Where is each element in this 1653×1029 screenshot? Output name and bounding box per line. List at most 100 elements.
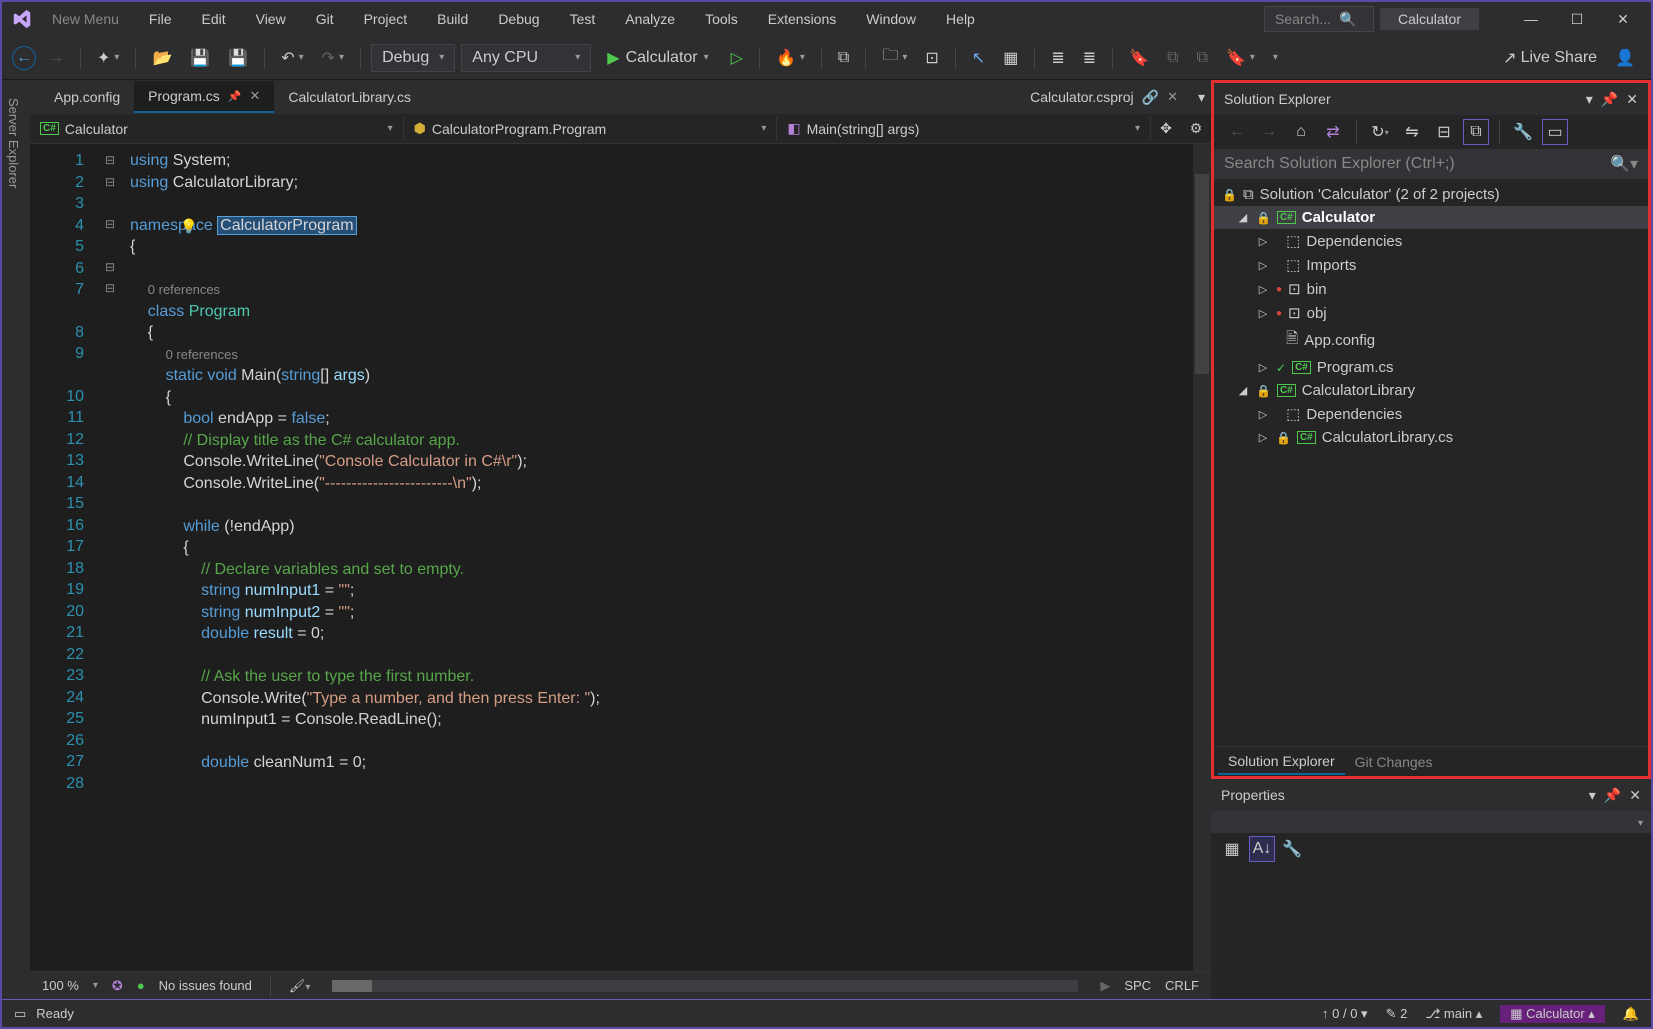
git-pending[interactable]: ✎ 2 <box>1386 1006 1408 1022</box>
tab-git-changes[interactable]: Git Changes <box>1345 750 1443 774</box>
close-icon[interactable]: ✕ <box>1167 89 1178 105</box>
node-imports[interactable]: ▷ ⬚Imports <box>1214 253 1648 277</box>
alphabetical-icon[interactable]: A↓ <box>1249 836 1275 862</box>
new-item-button[interactable]: ✦▾ <box>91 44 125 72</box>
node-obj[interactable]: ▷●⊡obj <box>1214 301 1648 325</box>
menu-git[interactable]: Git <box>304 7 346 31</box>
pin-icon[interactable]: 📌 <box>1601 91 1618 107</box>
nav-split-icon[interactable]: ✥ <box>1151 120 1181 137</box>
issues-label[interactable]: No issues found <box>159 978 252 993</box>
nav-gear-icon[interactable]: ⚙ <box>1181 120 1211 137</box>
maximize-button[interactable]: ☐ <box>1557 4 1597 34</box>
undo-button[interactable]: ↶▾ <box>275 44 309 72</box>
tab-overflow[interactable]: ▾ <box>1192 82 1211 113</box>
browser-link-button[interactable]: ⧉ <box>832 44 855 72</box>
node-bin[interactable]: ▷●⊡bin <box>1214 277 1648 301</box>
menu-debug[interactable]: Debug <box>486 7 551 31</box>
open-folder-button[interactable]: 📂 <box>146 44 178 72</box>
solution-search-box[interactable]: Search Solution Explorer (Ctrl+;) 🔍▾ <box>1214 149 1648 179</box>
solution-tree[interactable]: 🔒⧉Solution 'Calculator' (2 of 2 projects… <box>1214 179 1648 746</box>
pin-icon[interactable]: 📌 <box>1604 787 1621 803</box>
tab-solution-explorer[interactable]: Solution Explorer <box>1218 749 1345 775</box>
close-button[interactable]: ✕ <box>1603 4 1643 34</box>
zoom-level[interactable]: 100 % <box>42 978 79 993</box>
vertical-scrollbar[interactable] <box>1193 144 1211 971</box>
git-fetch-status[interactable]: ↑ 0 / 0 ▾ <box>1322 1006 1368 1022</box>
project-calculatorlibrary[interactable]: ◢🔒C#CalculatorLibrary <box>1214 379 1648 402</box>
menu-extensions[interactable]: Extensions <box>756 7 848 31</box>
node-calculatorlibrary-cs[interactable]: ▷🔒C#CalculatorLibrary.cs <box>1214 426 1648 449</box>
tab-app-config[interactable]: App.config <box>40 82 134 112</box>
bookmark-dd[interactable]: 🔖▾ <box>1220 44 1261 72</box>
fold-column[interactable]: ⊟⊟⊟⊟⊟ <box>100 144 120 971</box>
menu-edit[interactable]: Edit <box>189 7 237 31</box>
nav-project[interactable]: C#Calculator▾ <box>30 117 404 141</box>
props-combo-icon[interactable]: ▾ <box>1638 818 1643 829</box>
tab-program-cs[interactable]: Program.cs📌✕ <box>134 81 274 113</box>
nav-forward-button[interactable]: → <box>42 44 70 72</box>
node-dependencies-2[interactable]: ▷ ⬚Dependencies <box>1214 402 1648 426</box>
menu-help[interactable]: Help <box>934 7 987 31</box>
menu-build[interactable]: Build <box>425 7 480 31</box>
indent-more-button[interactable]: ≣ <box>1077 44 1102 72</box>
sync-icon[interactable]: ↻▾ <box>1367 119 1393 145</box>
nav-member[interactable]: ◧Main(string[] args)▾ <box>777 116 1151 141</box>
bookmark-button[interactable]: 🔖 <box>1123 44 1155 72</box>
notifications-icon[interactable]: 🔔 <box>1623 1006 1639 1022</box>
intellicode-icon[interactable]: ✪ <box>112 978 123 994</box>
cursor-icon[interactable]: ↖ <box>966 44 991 72</box>
panel-dropdown-icon[interactable]: ▾ <box>1586 91 1593 107</box>
menu-test[interactable]: Test <box>558 7 608 31</box>
close-icon[interactable]: ✕ <box>1626 91 1638 107</box>
layout-icon[interactable]: ▦ <box>997 44 1024 72</box>
property-pages-icon[interactable]: 🔧 <box>1279 836 1305 862</box>
nav-scope[interactable]: ⬢CalculatorProgram.Program▾ <box>404 116 778 141</box>
pin-icon[interactable]: 📌 <box>228 90 242 103</box>
menu-window[interactable]: Window <box>854 7 928 31</box>
menu-tools[interactable]: Tools <box>693 7 750 31</box>
brush-icon[interactable]: 🖌▾ <box>289 978 311 994</box>
hot-reload-button[interactable]: 🔥▾ <box>770 44 811 72</box>
home-icon[interactable]: ⌂ <box>1288 119 1314 145</box>
node-appconfig[interactable]: 🗎App.config <box>1214 325 1648 356</box>
server-explorer-tab[interactable]: Server Explorer <box>2 88 25 999</box>
platform-selector[interactable]: Any CPU▾ <box>461 44 591 72</box>
node-dependencies[interactable]: ▷ ⬚Dependencies <box>1214 229 1648 253</box>
account-icon[interactable]: 👤 <box>1609 44 1641 72</box>
node-program-cs[interactable]: ▷✓C#Program.cs <box>1214 356 1648 379</box>
start-nodebug-button[interactable]: ▷ <box>725 44 749 72</box>
menu-view[interactable]: View <box>244 7 298 31</box>
nav-back-button[interactable]: ← <box>12 46 36 70</box>
solution-node[interactable]: 🔒⧉Solution 'Calculator' (2 of 2 projects… <box>1214 183 1648 206</box>
panel-dropdown-icon[interactable]: ▾ <box>1589 787 1596 803</box>
filter-icon[interactable]: ⇋ <box>1399 119 1425 145</box>
git-repo-badge[interactable]: ▦ Calculator ▴ <box>1500 1005 1605 1023</box>
bookmark-next-button[interactable]: ⧉ <box>1191 44 1214 72</box>
menu-file[interactable]: File <box>137 7 184 31</box>
save-button[interactable]: 💾 <box>184 44 216 72</box>
config-selector[interactable]: Debug▾ <box>371 44 455 72</box>
line-ending-label[interactable]: CRLF <box>1165 978 1199 993</box>
menu-project[interactable]: Project <box>352 7 420 31</box>
project-calculator[interactable]: ◢🔒C#Calculator <box>1214 206 1648 229</box>
back-icon[interactable]: ← <box>1224 119 1250 145</box>
live-share-button[interactable]: ↗ Live Share <box>1497 44 1603 72</box>
minimize-button[interactable]: — <box>1511 4 1551 34</box>
show-all-files-icon[interactable]: ⧉ <box>1463 119 1489 145</box>
save-all-button[interactable]: 💾 <box>222 44 254 72</box>
menu-new[interactable]: New Menu <box>40 7 131 31</box>
close-icon[interactable]: ✕ <box>1629 787 1641 803</box>
tab-calculator-csproj[interactable]: Calculator.csproj🔗✕ <box>1016 82 1192 113</box>
collapse-all-icon[interactable]: ⊟ <box>1431 119 1457 145</box>
lightbulb-icon[interactable]: 💡 <box>180 218 197 235</box>
bookmark-prev-button[interactable]: ⧉ <box>1161 44 1184 72</box>
tab-calculatorlibrary-cs[interactable]: CalculatorLibrary.cs <box>274 82 425 112</box>
tb-extra-1[interactable]: ⊡ <box>919 44 944 72</box>
output-icon[interactable]: ▭ <box>14 1006 26 1022</box>
start-debug-button[interactable]: ▶Calculator▾ <box>597 44 718 72</box>
spacing-label[interactable]: SPC <box>1124 978 1151 993</box>
categorized-icon[interactable]: ▦ <box>1219 836 1245 862</box>
code-editor[interactable]: 1234567891011121314151617181920212223242… <box>30 144 1211 971</box>
code-content[interactable]: using System; using CalculatorLibrary; n… <box>120 144 1211 971</box>
indent-less-button[interactable]: ≣ <box>1045 44 1070 72</box>
